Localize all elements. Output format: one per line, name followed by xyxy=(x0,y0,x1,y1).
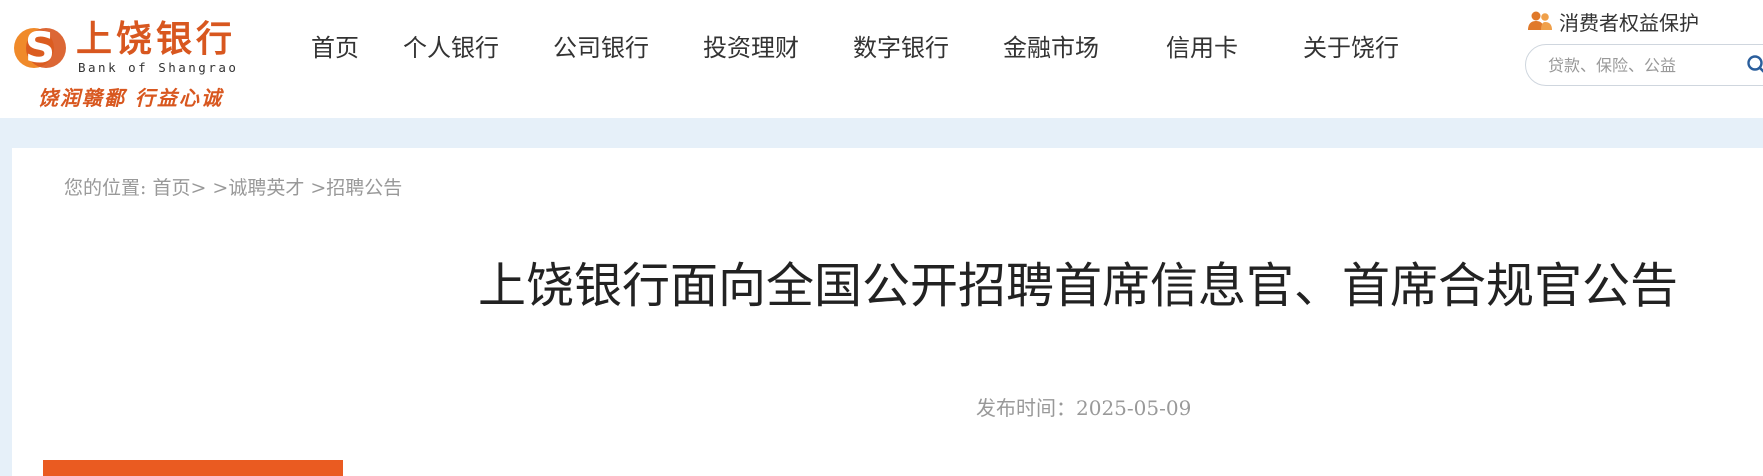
svg-text:S: S xyxy=(25,23,55,72)
publish-label: 发布时间： xyxy=(976,396,1076,420)
nav-item-home[interactable]: 首页 xyxy=(311,32,359,64)
nav-item-about[interactable]: 关于饶行 xyxy=(1303,32,1399,64)
consumer-protection-label: 消费者权益保护 xyxy=(1559,10,1699,35)
people-icon xyxy=(1528,11,1552,30)
nav-item-financial-markets[interactable]: 金融市场 xyxy=(1003,32,1099,64)
bank-name: 上饶银行 xyxy=(76,19,237,60)
nav-item-corporate-banking[interactable]: 公司银行 xyxy=(553,32,649,64)
breadcrumb: 您的位置: 首页> >诚聘英才 >招聘公告 xyxy=(64,176,402,200)
nav-item-personal-banking[interactable]: 个人银行 xyxy=(403,32,499,64)
bank-logo[interactable]: S 上饶银行 Bank of Shangrao 饶润赣鄱 行益心诚 xyxy=(12,14,257,110)
nav-item-wealth-management[interactable]: 投资理财 xyxy=(703,32,799,64)
section-accent-bar xyxy=(43,460,343,476)
search-input[interactable] xyxy=(1548,53,1738,77)
search-box xyxy=(1525,44,1763,86)
breadcrumb-careers[interactable]: >诚聘英才 xyxy=(206,177,304,199)
site-header: S 上饶银行 Bank of Shangrao 饶润赣鄱 行益心诚 首页 个人银… xyxy=(0,0,1763,118)
article-panel: 您的位置: 首页> >诚聘英才 >招聘公告 上饶银行面向全国公开招聘首席信息官、… xyxy=(12,148,1763,476)
nav-item-digital-banking[interactable]: 数字银行 xyxy=(853,32,949,64)
logo-mark-icon: S xyxy=(14,23,66,72)
bank-name-en: Bank of Shangrao xyxy=(78,60,239,75)
nav-item-credit-card[interactable]: 信用卡 xyxy=(1166,32,1238,64)
breadcrumb-home[interactable]: 首页> xyxy=(152,177,206,199)
bank-slogan: 饶润赣鄱 行益心诚 xyxy=(38,86,223,110)
breadcrumb-prefix: 您的位置: xyxy=(64,177,153,199)
article-title: 上饶银行面向全国公开招聘首席信息官、首席合规官公告 xyxy=(478,258,1679,314)
search-icon[interactable] xyxy=(1746,54,1763,76)
breadcrumb-recruitment-notice[interactable]: >招聘公告 xyxy=(304,177,402,199)
publish-info: 发布时间：2025-05-09 xyxy=(976,396,1191,420)
consumer-protection-link[interactable]: 消费者权益保护 xyxy=(1527,6,1699,36)
publish-date: 2025-05-09 xyxy=(1076,396,1192,420)
